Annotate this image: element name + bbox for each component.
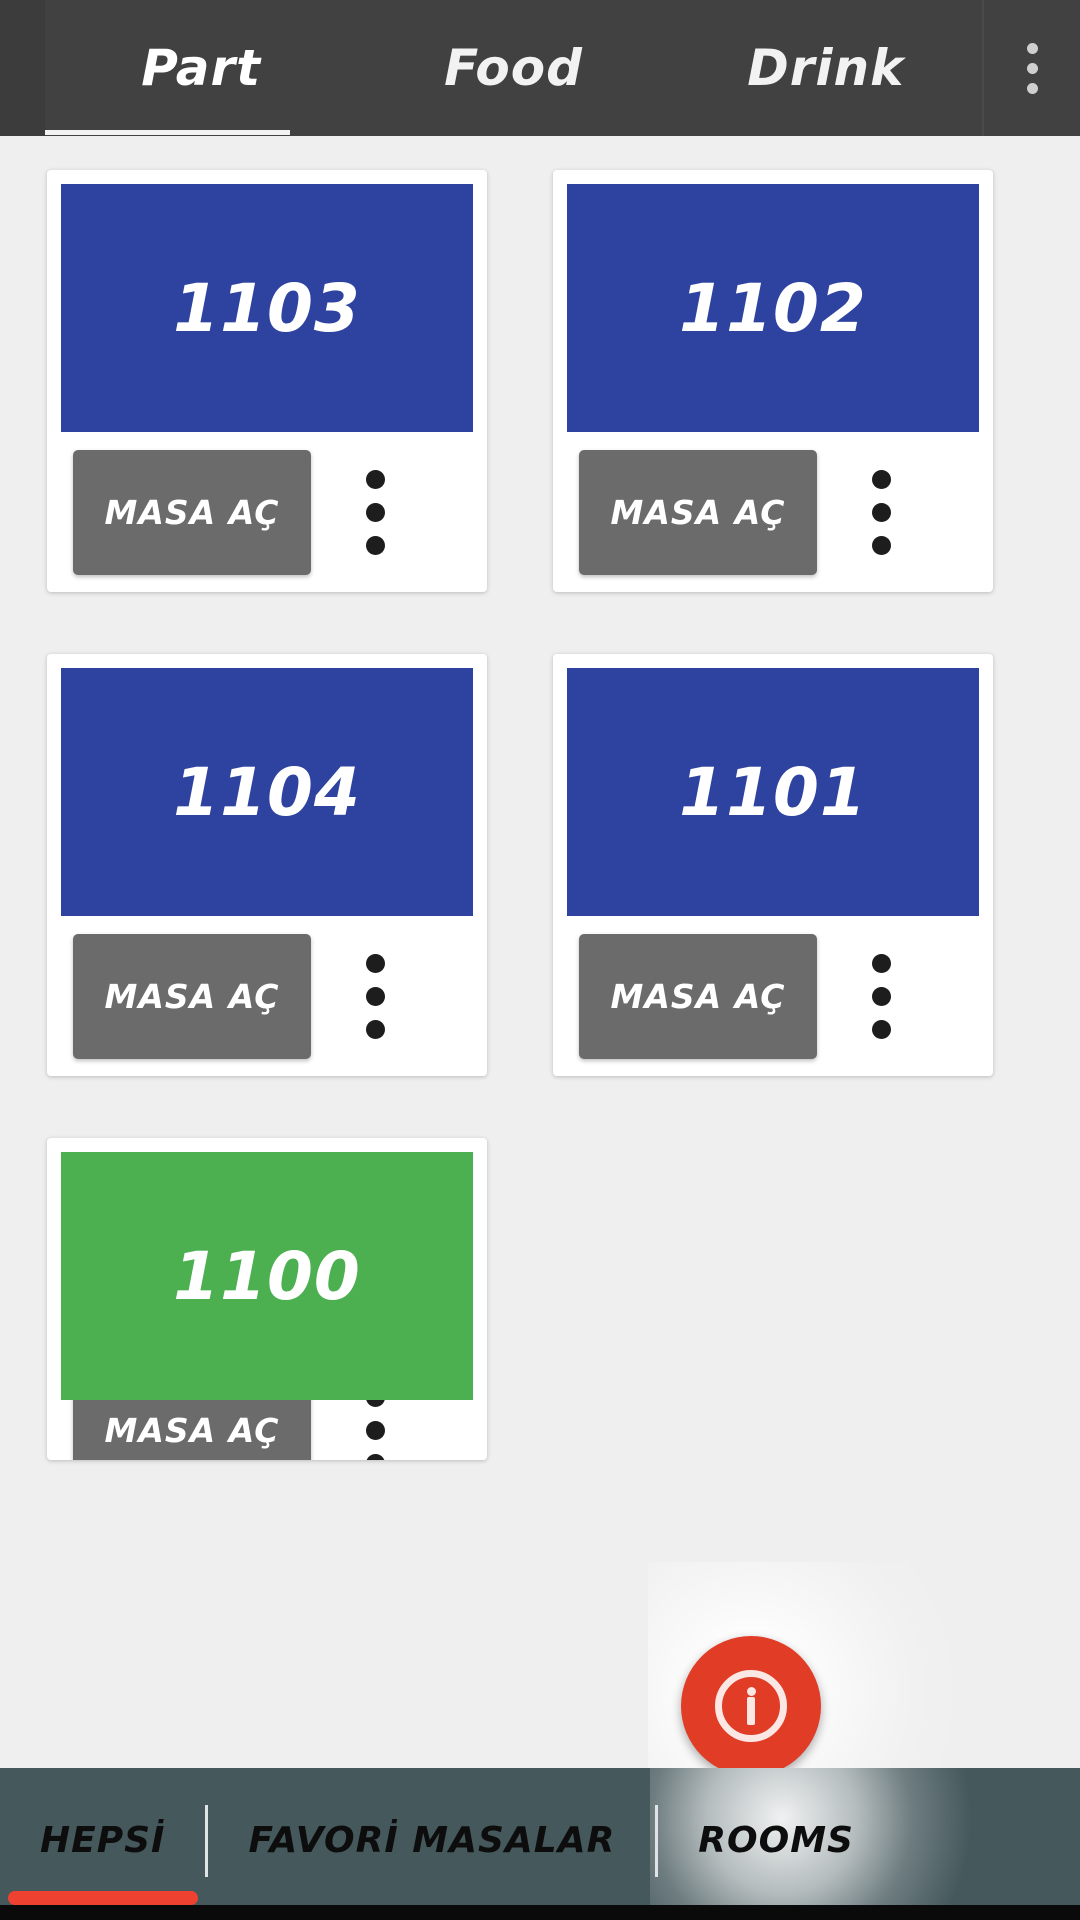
info-dot: [746, 1686, 756, 1696]
more-vert-icon[interactable]: [311, 953, 439, 1039]
dot: [871, 535, 891, 555]
dot: [871, 502, 891, 522]
dot: [365, 1420, 385, 1440]
table-number: 1104: [61, 668, 473, 916]
tab-drink[interactable]: Drink: [670, 0, 982, 136]
table-grid: 1103 MASA AÇ 1102 MASA AÇ 1104 MASA AÇ 1…: [0, 136, 1080, 1460]
top-tab-bar: Part Food Drink: [0, 0, 1080, 136]
active-tab-indicator: [45, 130, 290, 135]
tab-food[interactable]: Food: [357, 0, 669, 136]
info-stem: [747, 1697, 755, 1725]
topbar-left-spacer: [0, 0, 45, 136]
dot: [365, 953, 385, 973]
table-row: 1100 MASA AÇ: [0, 1138, 1080, 1460]
more-vert-icon[interactable]: [311, 1400, 439, 1460]
bottom-nav-item-rooms[interactable]: ROOMS: [658, 1768, 894, 1913]
table-card-1100[interactable]: 1100 MASA AÇ: [47, 1138, 487, 1460]
dot: [365, 986, 385, 1006]
card-footer: MASA AÇ: [61, 432, 473, 592]
card-footer: MASA AÇ: [567, 916, 979, 1076]
dot: [871, 469, 891, 489]
bottom-nav-active-indicator: [8, 1891, 198, 1905]
card-footer: MASA AÇ: [61, 1400, 473, 1460]
table-number: 1101: [567, 668, 979, 916]
open-table-button[interactable]: MASA AÇ: [73, 933, 311, 1059]
open-table-button[interactable]: MASA AÇ: [73, 449, 311, 575]
dot: [365, 502, 385, 522]
open-table-button[interactable]: MASA AÇ: [579, 449, 817, 575]
tab-list: Part Food Drink: [45, 0, 982, 136]
dot: [871, 953, 891, 973]
table-card-1103[interactable]: 1103 MASA AÇ: [47, 170, 487, 592]
dot: [1026, 62, 1038, 74]
more-vert-icon[interactable]: [817, 469, 945, 555]
open-table-button[interactable]: MASA AÇ: [73, 1400, 311, 1460]
dot: [1026, 82, 1038, 94]
dot: [365, 1400, 385, 1407]
more-vert-icon[interactable]: [817, 953, 945, 1039]
dot: [365, 535, 385, 555]
bottom-nav-item-favori-masalar[interactable]: FAVORİ MASALAR: [208, 1768, 655, 1913]
dot: [871, 986, 891, 1006]
dot: [365, 1453, 385, 1460]
app-root: Part Food Drink 1103 MASA AÇ 1102 MASA A…: [0, 0, 1080, 1920]
more-vert-icon[interactable]: [311, 469, 439, 555]
open-table-button[interactable]: MASA AÇ: [579, 933, 817, 1059]
table-row: 1104 MASA AÇ 1101 MASA AÇ: [0, 654, 1080, 1076]
table-number: 1103: [61, 184, 473, 432]
card-footer: MASA AÇ: [61, 916, 473, 1076]
info-fab-button[interactable]: [681, 1636, 821, 1776]
dot: [871, 1019, 891, 1039]
dot: [1026, 42, 1038, 54]
table-card-1104[interactable]: 1104 MASA AÇ: [47, 654, 487, 1076]
more-vert-icon[interactable]: [982, 0, 1080, 136]
card-footer: MASA AÇ: [567, 432, 979, 592]
tab-part[interactable]: Part: [45, 0, 357, 136]
table-grid-scroll[interactable]: 1103 MASA AÇ 1102 MASA AÇ 1104 MASA AÇ 1…: [0, 136, 1080, 1776]
table-number: 1100: [61, 1152, 473, 1400]
dot: [365, 469, 385, 489]
table-card-1102[interactable]: 1102 MASA AÇ: [553, 170, 993, 592]
info-icon: [715, 1670, 787, 1742]
table-card-1101[interactable]: 1101 MASA AÇ: [553, 654, 993, 1076]
dot: [365, 1019, 385, 1039]
table-row: 1103 MASA AÇ 1102 MASA AÇ: [0, 170, 1080, 592]
table-number: 1102: [567, 184, 979, 432]
